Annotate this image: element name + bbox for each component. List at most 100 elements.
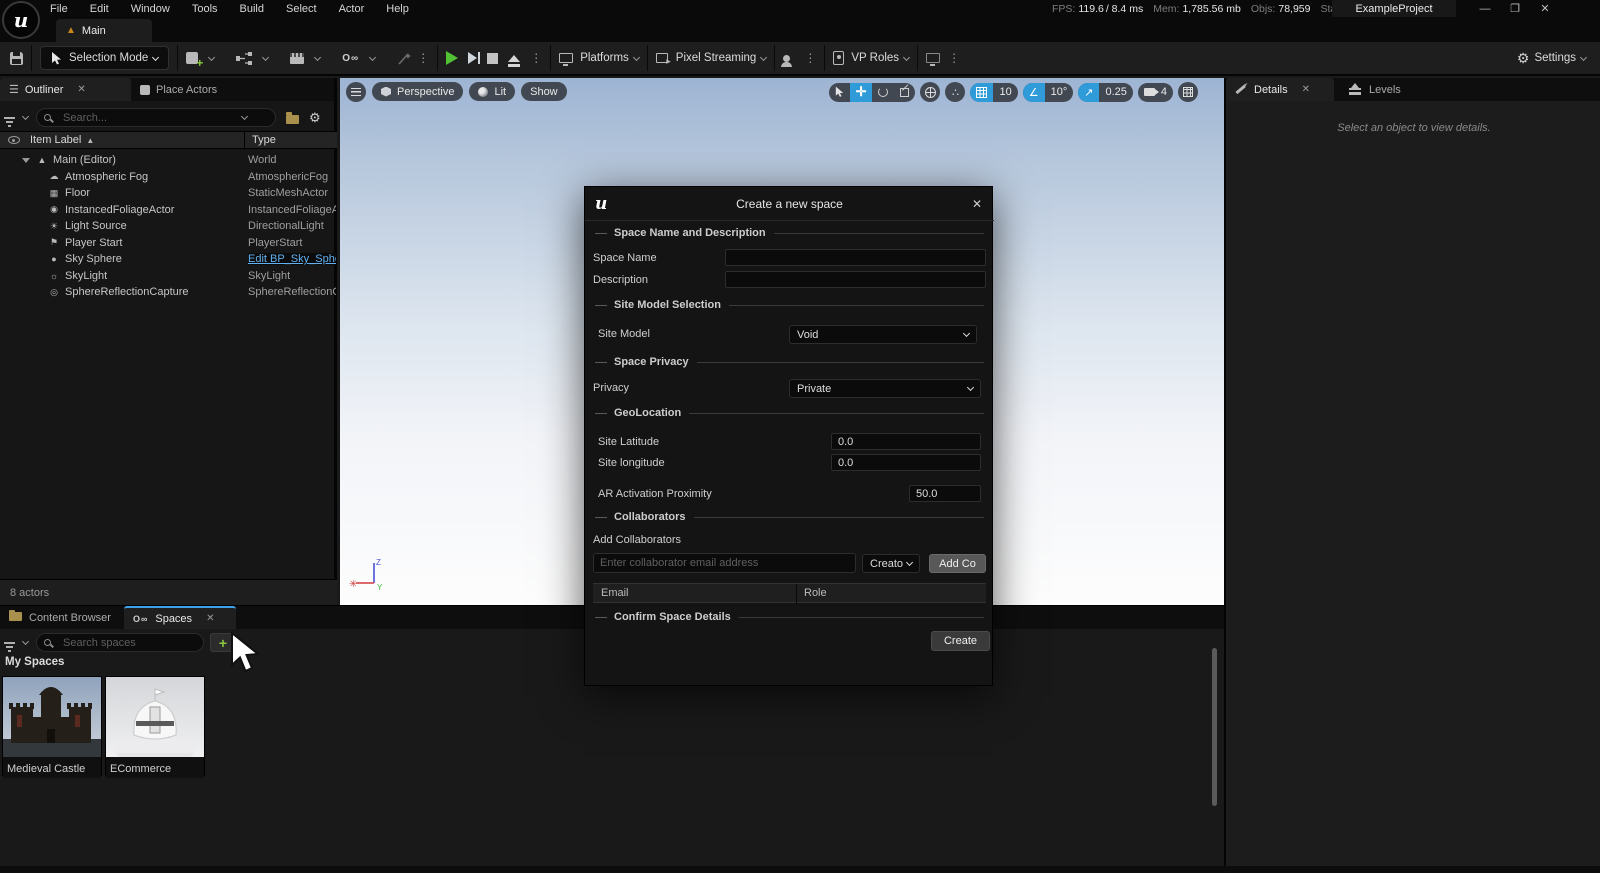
frame-skip-icon[interactable] xyxy=(468,52,477,64)
blueprints-chevron-icon[interactable] xyxy=(262,53,269,60)
vp-roles-dropdown[interactable]: VP Roles xyxy=(833,51,909,65)
perspective-dropdown[interactable]: Perspective xyxy=(372,82,463,101)
spaces-search-input[interactable] xyxy=(57,637,177,649)
space-item-medieval-castle[interactable]: Medieval Castle xyxy=(2,676,102,776)
stop-icon[interactable] xyxy=(487,53,498,64)
menu-tools[interactable]: Tools xyxy=(192,3,218,15)
world-space-button[interactable] xyxy=(920,82,940,102)
create-button[interactable]: Create xyxy=(931,631,990,651)
space-item-ecommerce[interactable]: ECommerce xyxy=(105,676,205,776)
spaces-filter-icon[interactable] xyxy=(4,642,15,644)
rotation-snap-value[interactable]: 10° xyxy=(1045,83,1074,102)
close-button[interactable]: ✕ xyxy=(1530,2,1560,15)
tab-main-level[interactable]: ▲ Main xyxy=(56,19,152,42)
column-type-label[interactable]: Type xyxy=(252,134,276,146)
longitude-input[interactable] xyxy=(831,454,981,471)
viewport-menu-button[interactable] xyxy=(346,82,366,102)
menu-window[interactable]: Window xyxy=(131,3,170,15)
ar-proximity-input[interactable] xyxy=(909,485,981,502)
spaces-search-box[interactable] xyxy=(36,633,204,652)
tab-levels[interactable]: Levels xyxy=(1340,78,1410,101)
save-icon[interactable] xyxy=(10,52,23,65)
select-tool-button[interactable] xyxy=(829,83,850,102)
surface-snap-button[interactable]: ∴ xyxy=(945,82,965,102)
settings-dropdown[interactable]: ⚙ Settings xyxy=(1517,50,1586,67)
add-collaborator-button[interactable]: Add Co xyxy=(929,554,986,573)
menu-select[interactable]: Select xyxy=(286,3,317,15)
table-row[interactable]: ◎ SphereReflectionCapture SphereReflecti… xyxy=(0,284,337,301)
binding-icon[interactable]: O∞ xyxy=(342,53,359,64)
play-icon[interactable] xyxy=(446,51,458,65)
unreal-logo[interactable]: u xyxy=(2,1,40,39)
add-actor-chevron-icon[interactable] xyxy=(208,53,215,60)
scale-snap-value[interactable]: 0.25 xyxy=(1099,83,1132,102)
camera-speed-button[interactable] xyxy=(1138,83,1161,102)
rotation-snap-button[interactable]: ∠ xyxy=(1023,83,1045,102)
camera-speed-value[interactable]: 4 xyxy=(1161,83,1173,102)
menu-file[interactable]: File xyxy=(50,3,68,15)
tab-outliner[interactable]: ☰ Outliner ✕ xyxy=(0,78,131,101)
table-row[interactable]: ▲ Main (Editor) World xyxy=(0,152,337,169)
menu-help[interactable]: Help xyxy=(386,3,409,15)
spaces-scrollbar[interactable] xyxy=(1212,648,1217,806)
add-actor-icon[interactable]: + xyxy=(186,52,198,64)
grid-snap-value[interactable]: 10 xyxy=(993,83,1017,102)
scale-snap-button[interactable]: ↗ xyxy=(1078,83,1099,102)
wand-icon[interactable] xyxy=(397,52,411,65)
edit-blueprint-link[interactable]: Edit BP_Sky_Sphe xyxy=(248,253,336,265)
table-row[interactable]: ☁ Atmospheric Fog AtmosphericFog xyxy=(0,169,337,186)
table-row[interactable]: ◉ InstancedFoliageActor InstancedFoliage… xyxy=(0,202,337,219)
privacy-dropdown[interactable]: Private xyxy=(789,379,981,398)
outliner-search-box[interactable] xyxy=(36,108,276,127)
details-close-icon[interactable]: ✕ xyxy=(1302,84,1310,95)
viewport-layout-button[interactable] xyxy=(1178,82,1198,102)
cinematics-icon[interactable] xyxy=(290,53,304,64)
play-options-icon[interactable]: ⋮ xyxy=(530,52,542,64)
binding-chevron-icon[interactable] xyxy=(369,53,376,60)
add-space-button[interactable]: + xyxy=(210,633,236,652)
menu-build[interactable]: Build xyxy=(240,3,264,15)
latitude-input[interactable] xyxy=(831,433,981,450)
table-row[interactable]: ☀ Light Source DirectionalLight xyxy=(0,218,337,235)
menu-edit[interactable]: Edit xyxy=(90,3,109,15)
dialog-close-icon[interactable]: ✕ xyxy=(972,197,982,211)
spaces-close-icon[interactable]: ✕ xyxy=(206,613,214,624)
space-name-input[interactable] xyxy=(725,249,986,266)
expand-caret-icon[interactable] xyxy=(22,158,30,163)
tab-content-browser[interactable]: Content Browser xyxy=(0,606,120,629)
table-row[interactable]: ▦ Floor StaticMeshActor xyxy=(0,185,337,202)
outliner-search-input[interactable] xyxy=(57,112,237,124)
column-item-label[interactable]: Item Label xyxy=(30,134,81,146)
rotate-tool-button[interactable] xyxy=(872,83,894,102)
scale-tool-button[interactable] xyxy=(894,83,915,102)
site-model-dropdown[interactable]: Void xyxy=(789,325,977,344)
table-row[interactable]: ☼ SkyLight SkyLight xyxy=(0,268,337,285)
visibility-eye-icon[interactable] xyxy=(8,136,20,144)
table-row[interactable]: ● Sky Sphere Edit BP_Sky_Sphe xyxy=(0,251,337,268)
restore-button[interactable]: ❐ xyxy=(1500,2,1530,15)
eject-icon[interactable] xyxy=(508,55,520,62)
platforms-dropdown[interactable]: Platforms xyxy=(559,52,639,64)
spaces-filter-chevron-icon[interactable] xyxy=(22,638,29,645)
pixel-streaming-dropdown[interactable]: Pixel Streaming xyxy=(656,52,767,64)
collaborator-email-input[interactable] xyxy=(593,553,856,573)
show-dropdown[interactable]: Show xyxy=(521,82,567,101)
description-input[interactable] xyxy=(725,271,986,288)
menu-actor[interactable]: Actor xyxy=(339,3,365,15)
cinematics-chevron-icon[interactable] xyxy=(314,53,321,60)
virtual-camera-icon[interactable] xyxy=(926,53,940,63)
lit-dropdown[interactable]: Lit xyxy=(469,82,515,101)
minimize-button[interactable]: — xyxy=(1470,3,1500,15)
filter-icon[interactable] xyxy=(4,117,15,119)
selection-mode-dropdown[interactable]: Selection Mode xyxy=(40,46,169,70)
search-chevron-icon[interactable] xyxy=(241,113,248,120)
blueprints-icon[interactable] xyxy=(236,52,252,65)
tab-spaces[interactable]: O∞ Spaces ✕ xyxy=(124,606,236,629)
filter-chevron-icon[interactable] xyxy=(22,113,29,120)
tab-place-actors[interactable]: Place Actors xyxy=(131,78,226,101)
collaborator-role-dropdown[interactable]: Creato xyxy=(862,554,920,573)
new-folder-icon[interactable] xyxy=(286,115,299,124)
outliner-settings-icon[interactable]: ⚙ xyxy=(309,110,321,126)
tools-overflow-icon[interactable]: ⋮ xyxy=(417,52,429,64)
tab-details[interactable]: Details ✕ xyxy=(1226,78,1334,101)
